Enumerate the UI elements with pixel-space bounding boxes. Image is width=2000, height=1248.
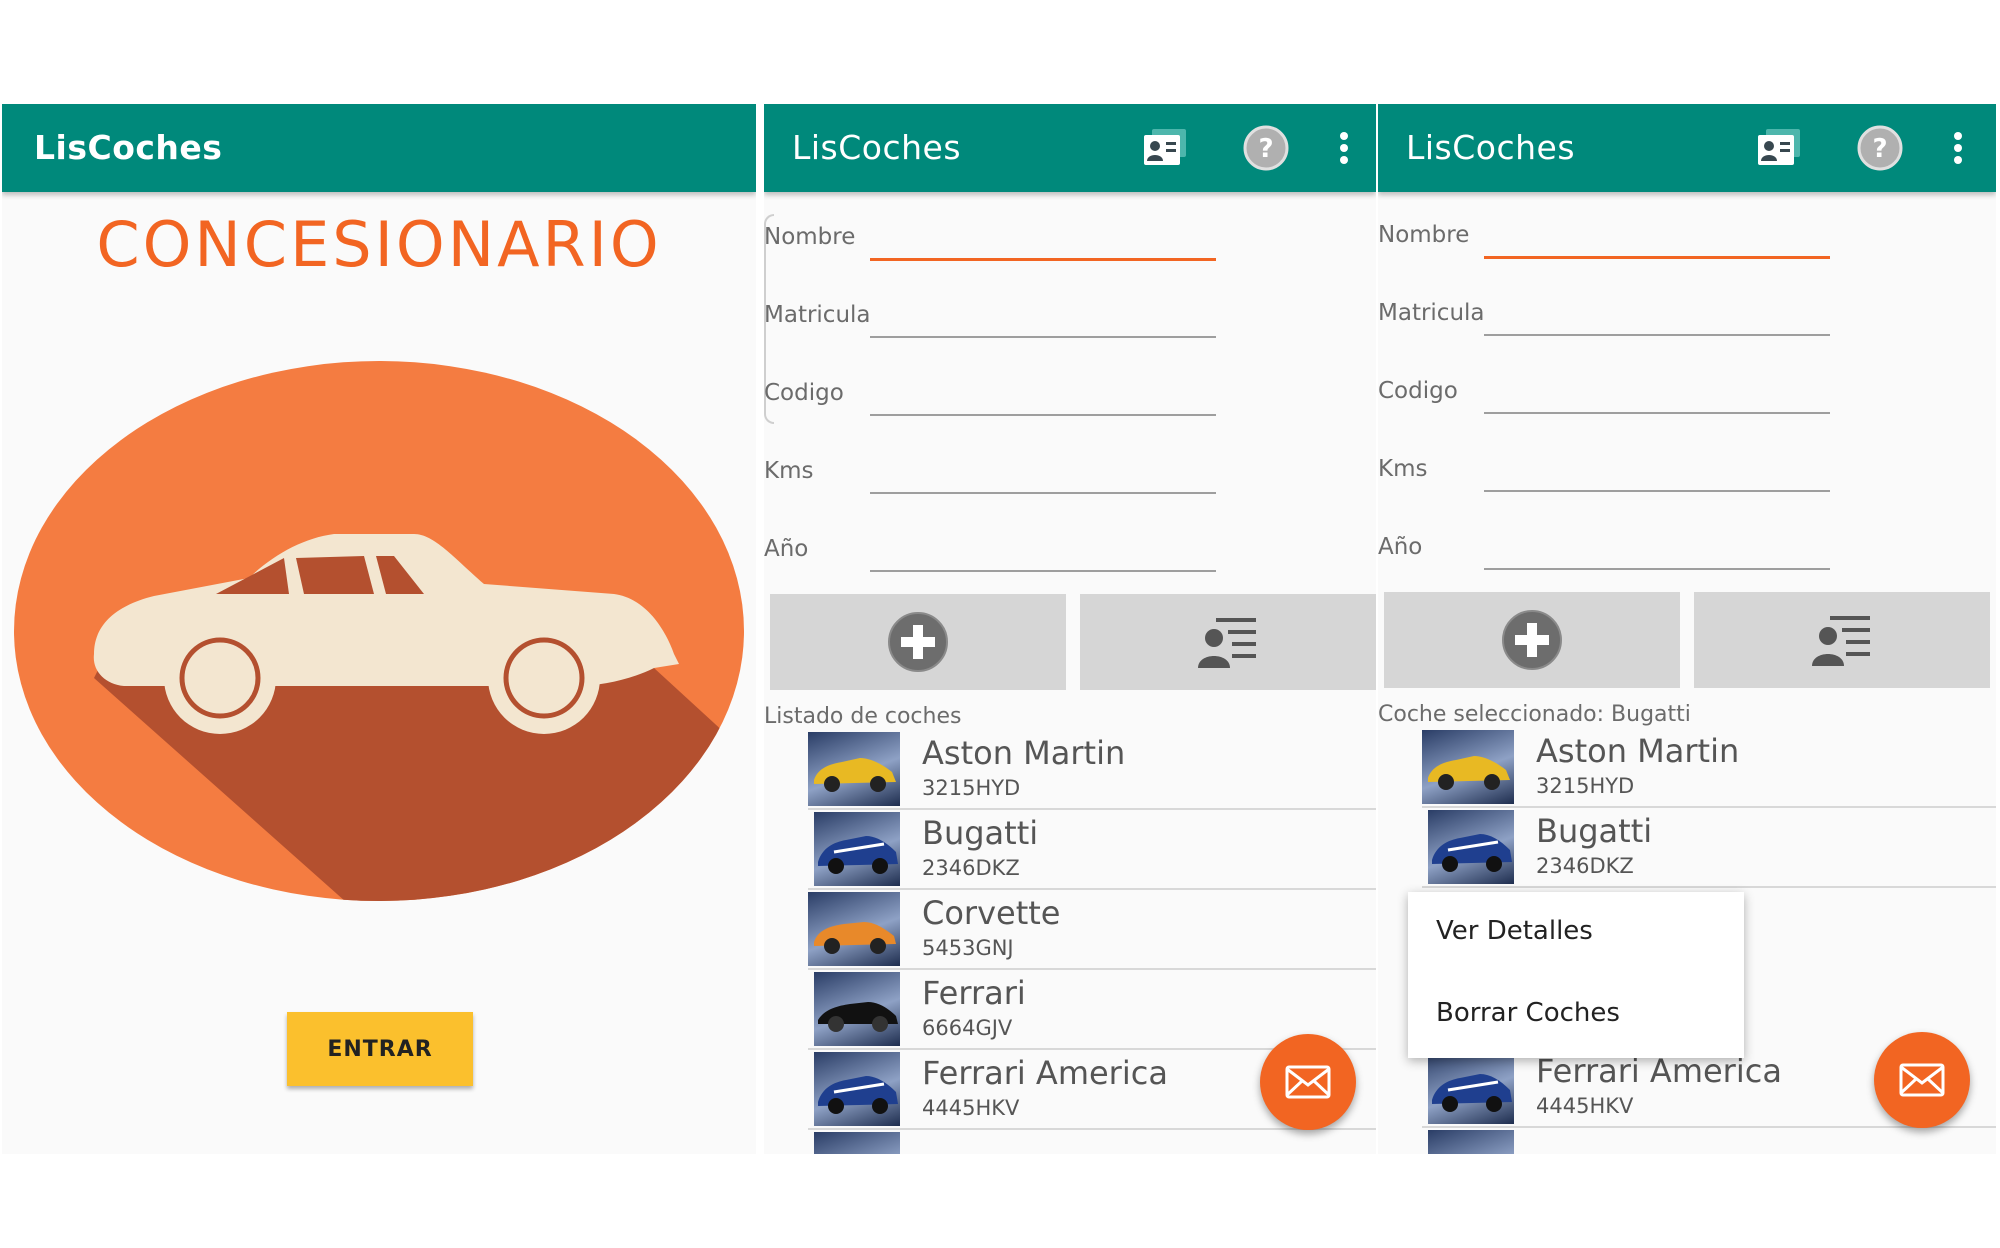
person-list-icon — [1198, 618, 1256, 668]
svg-text:?: ? — [1258, 134, 1273, 164]
car-thumbnail — [814, 1052, 900, 1126]
app-title: LisCoches — [1406, 128, 1576, 167]
list-item[interactable]: Bugatti 2346DKZ — [808, 810, 1376, 890]
mail-icon — [1285, 1065, 1331, 1099]
field-label-ano: Año — [1378, 534, 1423, 560]
field-label-codigo: Codigo — [764, 380, 844, 406]
app-bar: LisCoches — [2, 104, 756, 192]
send-mail-fab[interactable] — [1874, 1032, 1970, 1128]
kms-input[interactable] — [1484, 490, 1830, 492]
field-label-ano: Año — [764, 536, 809, 562]
nombre-input[interactable] — [870, 258, 1216, 261]
menu-item-borrar-coches[interactable]: Borrar Coches — [1436, 998, 1620, 1028]
list-item-partial[interactable] — [1422, 1128, 1996, 1154]
context-menu: Ver Detalles Borrar Coches — [1408, 892, 1744, 1058]
car-name: Bugatti — [922, 814, 1039, 852]
car-name: Ferrari — [922, 974, 1026, 1012]
contact-card-icon[interactable] — [1142, 124, 1190, 172]
app-title: LisCoches — [792, 128, 962, 167]
car-plate: 4445HKV — [922, 1096, 1020, 1120]
app-bar: LisCoches ? — [764, 104, 1376, 192]
car-name: Corvette — [922, 894, 1061, 932]
list-cars-button[interactable] — [1694, 592, 1990, 688]
app-bar: LisCoches ? — [1378, 104, 1996, 192]
car-plate: 3215HYD — [922, 776, 1021, 800]
svg-text:?: ? — [1872, 134, 1887, 164]
list-cars-button[interactable] — [1080, 594, 1376, 690]
more-vert-icon[interactable] — [1320, 124, 1368, 172]
field-label-matricula: Matricula — [764, 302, 871, 328]
car-thumbnail — [1428, 810, 1514, 884]
car-name: Ferrari America — [922, 1054, 1168, 1092]
mail-icon — [1899, 1063, 1945, 1097]
ano-input[interactable] — [870, 570, 1216, 572]
car-plate: 2346DKZ — [922, 856, 1020, 880]
ano-input[interactable] — [1484, 568, 1830, 570]
menu-item-ver-detalles[interactable]: Ver Detalles — [1436, 916, 1593, 946]
codigo-input[interactable] — [870, 414, 1216, 416]
car-thumbnail — [814, 1132, 900, 1154]
field-label-kms: Kms — [764, 458, 814, 484]
car-name: Aston Martin — [1536, 732, 1740, 770]
car-plate: 6664GJV — [922, 1016, 1013, 1040]
nombre-input[interactable] — [1484, 256, 1830, 259]
kms-input[interactable] — [870, 492, 1216, 494]
app-title: LisCoches — [34, 128, 223, 167]
car-plate: 4445HKV — [1536, 1094, 1634, 1118]
help-icon[interactable]: ? — [1856, 124, 1904, 172]
field-label-nombre: Nombre — [1378, 222, 1470, 248]
car-thumbnail — [1422, 730, 1514, 804]
divider — [1422, 886, 1996, 888]
list-item[interactable]: Aston Martin 3215HYD — [1422, 728, 1996, 808]
field-label-nombre: Nombre — [764, 224, 856, 250]
add-circle-icon — [888, 612, 948, 672]
splash-heading: CONCESIONARIO — [96, 208, 662, 281]
enter-button[interactable]: ENTRAR — [287, 1012, 473, 1086]
list-item[interactable]: Corvette 5453GNJ — [808, 890, 1376, 970]
car-thumbnail — [808, 892, 900, 966]
list-item-partial[interactable] — [808, 1130, 1376, 1154]
contact-card-icon[interactable] — [1756, 124, 1804, 172]
car-name: Aston Martin — [922, 734, 1126, 772]
list-caption: Listado de coches — [764, 704, 962, 729]
car-thumbnail — [808, 732, 900, 806]
send-mail-fab[interactable] — [1260, 1034, 1356, 1130]
help-icon[interactable]: ? — [1242, 124, 1290, 172]
car-plate: 2346DKZ — [1536, 854, 1634, 878]
add-car-button[interactable] — [1384, 592, 1680, 688]
list-item[interactable]: Bugatti 2346DKZ — [1422, 808, 1996, 888]
selected-car-caption: Coche seleccionado: Bugatti — [1378, 702, 1691, 727]
field-label-matricula: Matricula — [1378, 300, 1485, 326]
car-thumbnail — [1428, 1050, 1514, 1124]
car-thumbnail — [1428, 1130, 1514, 1154]
add-circle-icon — [1502, 610, 1562, 670]
codigo-input[interactable] — [1484, 412, 1830, 414]
screen-list: LisCoches ? Nombre Matricula Codigo Kms … — [764, 104, 1376, 1154]
car-name: Bugatti — [1536, 812, 1653, 850]
field-label-codigo: Codigo — [1378, 378, 1458, 404]
screen-splash: LisCoches CONCESIONARIO ENTRAR — [2, 104, 756, 1154]
car-plate: 5453GNJ — [922, 936, 1014, 960]
car-logo-icon — [14, 361, 744, 901]
screen-context-menu: LisCoches ? Nombre Matricula Codigo Kms … — [1378, 104, 1996, 1154]
matricula-input[interactable] — [870, 336, 1216, 338]
car-thumbnail — [814, 812, 900, 886]
add-car-button[interactable] — [770, 594, 1066, 690]
car-thumbnail — [814, 972, 900, 1046]
person-list-icon — [1812, 616, 1870, 666]
car-plate: 3215HYD — [1536, 774, 1635, 798]
list-item[interactable]: Aston Martin 3215HYD — [808, 730, 1376, 810]
matricula-input[interactable] — [1484, 334, 1830, 336]
field-label-kms: Kms — [1378, 456, 1428, 482]
more-vert-icon[interactable] — [1934, 124, 1982, 172]
